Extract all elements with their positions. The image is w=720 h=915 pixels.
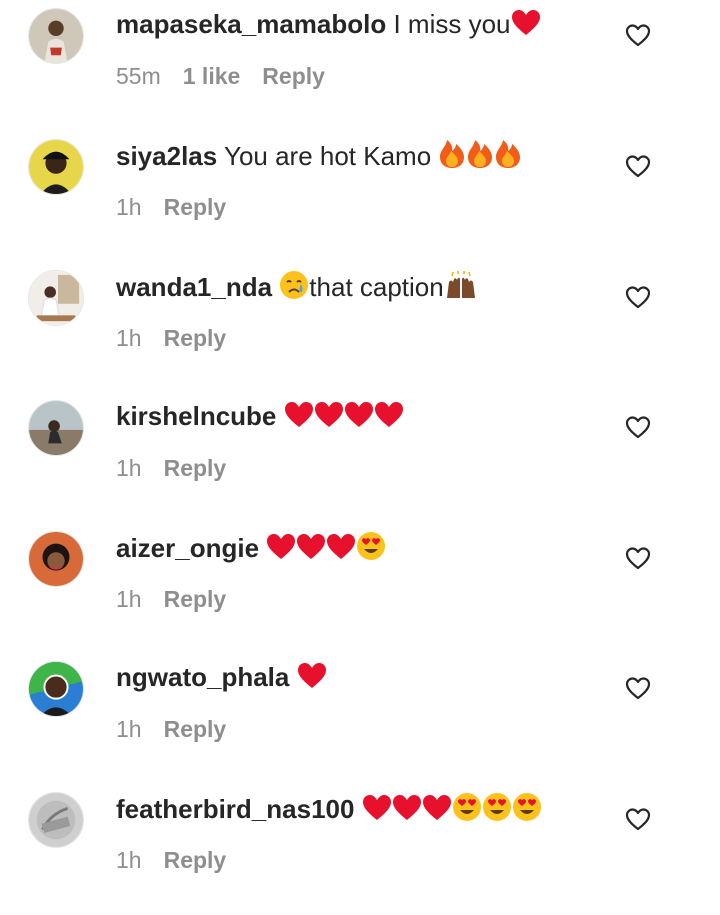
comment-text: that caption [309,272,444,302]
timestamp: 1h [116,194,142,220]
heart-eyes-emoji-icon [452,792,482,822]
timestamp: 55m [116,63,161,89]
reply-button[interactable]: Reply [164,586,227,612]
timestamp: 1h [116,847,142,873]
comment-text: You are hot Kamo [223,141,432,171]
avatar[interactable] [28,400,84,456]
heart-outline-icon[interactable] [624,545,652,571]
fire-emoji-icon [466,139,494,169]
username[interactable]: kirshelncube [116,401,276,431]
comment-line: kirshelncube [116,400,404,432]
avatar[interactable] [28,661,84,717]
heart-outline-icon[interactable] [624,22,652,48]
reply-button[interactable]: Reply [262,63,325,89]
comment-text: I miss you [393,9,511,39]
comment-meta: 1h Reply [116,846,226,874]
comment-item: mapaseka_mamabolo I miss you 55m 1 like Re… [0,0,720,131]
heart-outline-icon[interactable] [624,284,652,310]
username[interactable]: wanda1_nda [116,272,272,302]
reply-button[interactable]: Reply [164,325,227,351]
heart-eyes-emoji-icon [482,792,512,822]
comment-line: siya2las You are hot Kamo [116,139,522,172]
heart-outline-icon[interactable] [624,806,652,832]
username[interactable]: aizer_ongie [116,533,259,563]
comment-line: featherbird_nas100 [116,792,542,825]
reply-button[interactable]: Reply [164,716,227,742]
timestamp: 1h [116,455,142,481]
heart-outline-icon[interactable] [624,153,652,179]
red-heart-emoji-icon [422,794,452,822]
comment-item: kirshelncube 1h Reply [0,392,720,523]
username[interactable]: siya2las [116,141,217,171]
reply-button[interactable]: Reply [164,194,227,220]
comment-item: aizer_ongie 1h Reply [0,523,720,654]
timestamp: 1h [116,716,142,742]
red-heart-emoji-icon [362,794,392,822]
red-heart-emoji-icon [374,401,404,429]
comment-item: featherbird_nas100 1h Reply [0,784,720,915]
red-heart-emoji-icon [297,662,327,690]
comment-line: aizer_ongie [116,531,386,564]
comment-item: wanda1_nda that caption 1h Reply [0,262,720,393]
comment-item: siya2las You are hot Kamo 1h Reply [0,131,720,262]
username[interactable]: ngwato_phala [116,662,289,692]
fire-emoji-icon [494,139,522,169]
timestamp: 1h [116,586,142,612]
crying-face-emoji-icon [279,270,309,300]
avatar[interactable] [28,270,84,326]
comment-meta: 1h Reply [116,715,226,743]
red-heart-emoji-icon [314,401,344,429]
red-heart-emoji-icon [392,794,422,822]
fire-emoji-icon [438,139,466,169]
comment-meta: 1h Reply [116,324,226,352]
comment-line: mapaseka_mamabolo I miss you [116,8,541,40]
avatar[interactable] [28,139,84,195]
red-heart-emoji-icon [296,533,326,561]
red-heart-emoji-icon [284,401,314,429]
username[interactable]: featherbird_nas100 [116,794,354,824]
heart-outline-icon[interactable] [624,414,652,440]
comment-line: ngwato_phala [116,661,327,693]
raising-hands-emoji-icon [444,270,478,300]
red-heart-emoji-icon [511,9,541,37]
comment-meta: 1h Reply [116,585,226,613]
like-count[interactable]: 1 like [183,63,241,89]
comment-item: ngwato_phala 1h Reply [0,653,720,784]
comment-meta: 55m 1 like Reply [116,62,325,90]
heart-eyes-emoji-icon [512,792,542,822]
red-heart-emoji-icon [266,533,296,561]
comment-meta: 1h Reply [116,193,226,221]
red-heart-emoji-icon [344,401,374,429]
red-heart-emoji-icon [326,533,356,561]
avatar[interactable] [28,8,84,64]
timestamp: 1h [116,325,142,351]
heart-outline-icon[interactable] [624,675,652,701]
avatar[interactable] [28,531,84,587]
reply-button[interactable]: Reply [164,847,227,873]
comment-line: wanda1_nda that caption [116,270,478,303]
comment-meta: 1h Reply [116,454,226,482]
heart-eyes-emoji-icon [356,531,386,561]
reply-button[interactable]: Reply [164,455,227,481]
username[interactable]: mapaseka_mamabolo [116,9,386,39]
avatar[interactable] [28,792,84,848]
